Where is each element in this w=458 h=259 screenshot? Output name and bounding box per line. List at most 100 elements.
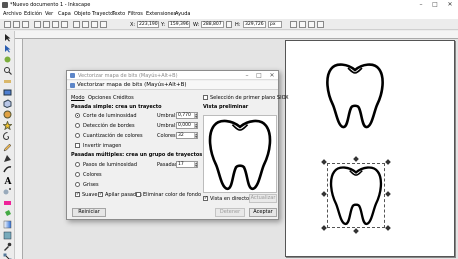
radio-grays[interactable] [75, 182, 80, 187]
minimize-button[interactable]: – [414, 1, 428, 9]
rotate-ccw-icon[interactable] [34, 21, 41, 28]
select-all-layers-icon[interactable] [13, 21, 20, 28]
eraser-tool-icon[interactable] [3, 198, 12, 207]
reset-button[interactable]: Reiniciar [72, 208, 106, 217]
scans-spinner[interactable]: 17 ▲ ▼ [176, 161, 198, 168]
pencil-tool-icon[interactable] [3, 143, 12, 152]
radio-brightness-steps[interactable] [75, 162, 80, 167]
stop-button[interactable]: Detener [215, 208, 245, 217]
menu-archivo[interactable]: Archivo [3, 11, 22, 17]
node-tool-icon[interactable] [3, 44, 12, 53]
calligraphy-tool-icon[interactable] [3, 165, 12, 174]
move-gradients-icon[interactable] [308, 21, 315, 28]
move-patterns-icon[interactable] [317, 21, 324, 28]
dialog-close-button[interactable]: ✕ [266, 71, 278, 80]
star-tool-icon[interactable] [2, 120, 13, 131]
select-all-icon[interactable] [4, 21, 11, 28]
radio-color-quantization[interactable] [75, 133, 80, 138]
menu-objeto[interactable]: Objeto [74, 11, 91, 17]
inkscape-app-icon [2, 2, 8, 8]
horizontal-ruler [15, 31, 458, 39]
tweak-tool-icon[interactable] [3, 55, 12, 64]
lower-icon[interactable] [91, 21, 98, 28]
dropper-tool-icon[interactable] [3, 242, 12, 251]
lock-ratio-icon[interactable] [226, 21, 232, 28]
paint-bucket-tool-icon[interactable] [3, 209, 12, 218]
x-field[interactable]: 223,190 [137, 21, 159, 28]
menu-extensiones[interactable]: Extensiones [146, 11, 176, 17]
invert-image-checkbox[interactable] [75, 143, 80, 148]
selector-tool-icon[interactable] [3, 33, 12, 42]
scans-value: 17 [178, 162, 184, 167]
tooth-outline-icon[interactable] [324, 60, 386, 130]
menu-trayecto[interactable]: Trayecto [92, 11, 113, 17]
tooth-outline-selected[interactable] [328, 163, 384, 227]
colors-count-spinner[interactable]: 32 ▲ ▼ [176, 132, 198, 139]
radio-edge-detection[interactable] [75, 123, 80, 128]
tab-opciones[interactable]: Opciones [88, 95, 111, 101]
zoom-tool-icon[interactable] [3, 66, 12, 75]
box3d-tool-icon[interactable] [3, 99, 12, 109]
scale-stroke-icon[interactable] [290, 21, 297, 28]
live-preview-label: Vista en directo [210, 196, 250, 202]
maximize-button[interactable]: □ [428, 1, 442, 9]
tab-creditos[interactable]: Créditos [113, 95, 134, 101]
y-field[interactable]: 159,396 [168, 21, 190, 28]
siox-checkbox[interactable] [203, 95, 208, 100]
menu-texto[interactable]: Texto [112, 11, 125, 17]
spiral-tool-icon[interactable] [2, 132, 12, 141]
colors-count-label: Colores: [157, 133, 178, 139]
brightness-threshold-spinner[interactable]: 0,770 ▲ ▼ [176, 112, 198, 119]
flip-horizontal-icon[interactable] [52, 21, 59, 28]
mesh-tool-icon[interactable] [3, 231, 12, 240]
text-tool-icon[interactable]: A [3, 176, 13, 187]
remove-background-checkbox[interactable] [136, 192, 141, 197]
update-button[interactable]: Actualizar [249, 194, 277, 203]
toolbox: A [0, 31, 15, 259]
scale-corners-icon[interactable] [299, 21, 306, 28]
vertical-ruler [15, 39, 23, 259]
menu-ayuda[interactable]: Ayuda [175, 11, 190, 17]
spinner-arrows-icon[interactable]: ▲ ▼ [194, 133, 197, 138]
deselect-icon[interactable] [22, 21, 29, 28]
spray-tool-icon[interactable] [3, 187, 12, 196]
brightness-threshold-label: Umbral: [157, 113, 177, 119]
gradient-tool-icon[interactable] [3, 220, 12, 229]
lower-to-bottom-icon[interactable] [100, 21, 107, 28]
spinner-arrows-icon[interactable]: ▲ ▼ [194, 113, 197, 118]
rectangle-tool-icon[interactable] [3, 88, 12, 97]
live-preview-checkbox[interactable]: ✓ [203, 196, 208, 201]
menu-edicion[interactable]: Edición [24, 11, 42, 17]
h-field[interactable]: 329,726 [243, 21, 266, 28]
unit-select[interactable]: px [268, 21, 282, 28]
w-field[interactable]: 288,807 [201, 21, 224, 28]
edge-threshold-spinner[interactable]: 0,000 ▲ ▼ [176, 122, 198, 129]
ok-button[interactable]: Aceptar [249, 208, 277, 217]
menu-capa[interactable]: Capa [58, 11, 71, 17]
radio-colors[interactable] [75, 172, 80, 177]
dialog-minimize-button[interactable]: – [241, 71, 253, 80]
tab-modo[interactable]: Modo [71, 95, 85, 101]
spinner-arrows-icon[interactable]: ▲ ▼ [194, 162, 197, 167]
rotate-cw-icon[interactable] [43, 21, 50, 28]
smooth-checkbox[interactable]: ✓ [75, 192, 80, 197]
pen-tool-icon[interactable] [3, 154, 12, 163]
window-titlebar: *Nuevo documento 1 - Inkscape – □ ✕ [0, 0, 458, 10]
ellipse-tool-icon[interactable] [3, 110, 12, 119]
menu-filtros[interactable]: Filtros [128, 11, 143, 17]
brightness-steps-label: Pasos de luminosidad [83, 162, 138, 168]
stack-scans-checkbox[interactable]: ✓ [98, 192, 103, 197]
measure-tool-icon[interactable] [3, 77, 12, 86]
close-button[interactable]: ✕ [443, 1, 457, 9]
radio-brightness-cutoff[interactable] [75, 113, 80, 118]
edge-threshold-label: Umbral: [157, 123, 177, 129]
connector-tool-icon[interactable] [3, 253, 12, 259]
preview-area [203, 115, 277, 193]
raise-icon[interactable] [82, 21, 89, 28]
flip-vertical-icon[interactable] [61, 21, 68, 28]
raise-to-top-icon[interactable] [73, 21, 80, 28]
brightness-threshold-value: 0,770 [178, 113, 191, 118]
spinner-arrows-icon[interactable]: ▲ ▼ [194, 123, 197, 128]
dialog-maximize-button[interactable]: □ [253, 71, 265, 80]
menu-ver[interactable]: Ver [45, 11, 53, 17]
